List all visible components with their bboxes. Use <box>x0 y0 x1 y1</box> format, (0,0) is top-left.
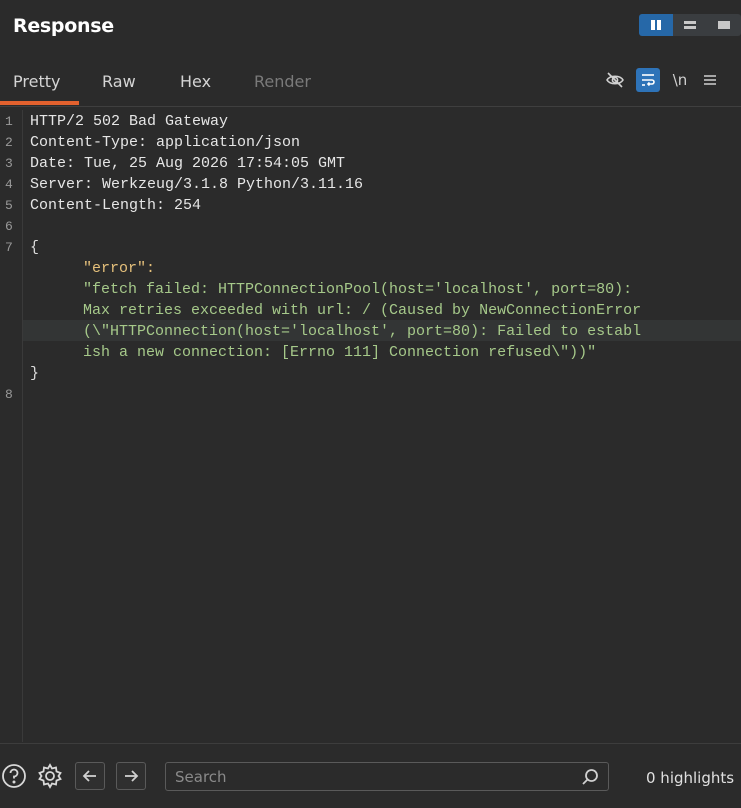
line-number: 6 <box>5 219 13 234</box>
json-open-brace: { <box>30 239 40 256</box>
line-number: 1 <box>5 114 13 129</box>
menu-button[interactable] <box>695 67 725 93</box>
line-number: 2 <box>5 135 13 150</box>
gear-icon <box>38 763 62 789</box>
json-value-line: (\"HTTPConnection(host='localhost', port… <box>83 323 642 340</box>
hide-nonprintable-button[interactable] <box>600 67 630 93</box>
tab-hex[interactable]: Hex <box>180 72 211 91</box>
header-line: Date: Tue, 25 Aug 2026 17:54:05 GMT <box>30 155 346 172</box>
eye-off-icon <box>606 72 624 88</box>
line-number: 8 <box>5 387 13 402</box>
line-number-gutter: 1 2 3 4 5 6 7 8 <box>0 110 23 742</box>
line-number: 3 <box>5 156 13 171</box>
line-number: 5 <box>5 198 13 213</box>
search-bar: 0 highlights <box>0 743 741 808</box>
header-line: Content-Type: application/json <box>30 134 301 151</box>
next-match-button[interactable] <box>116 762 146 790</box>
header-line: Content-Length: 254 <box>30 197 202 214</box>
tab-pretty[interactable]: Pretty <box>13 72 60 91</box>
arrow-right-icon <box>125 770 139 782</box>
panel-title: Response <box>13 15 114 37</box>
json-value-line: ish a new connection: [Errno 111] Connec… <box>83 344 597 361</box>
settings-button[interactable] <box>36 762 64 790</box>
status-line: HTTP/2 502 Bad Gateway <box>30 113 229 130</box>
response-editor[interactable]: 1 2 3 4 5 6 7 8 HTTP/2 502 Bad Gateway C… <box>0 110 741 742</box>
columns-icon <box>651 20 661 30</box>
highlights-count: 0 highlights <box>646 769 735 787</box>
line-number: 7 <box>5 240 13 255</box>
word-wrap-button[interactable] <box>636 68 660 92</box>
json-close-brace: } <box>30 365 40 382</box>
split-horizontal-button[interactable] <box>673 14 707 36</box>
json-value-line: Max retries exceeded with url: / (Caused… <box>83 302 642 319</box>
editor-tools: \n <box>600 67 725 93</box>
window-icon <box>718 21 730 29</box>
json-value-line: "fetch failed: HTTPConnectionPool(host='… <box>83 281 633 298</box>
json-key: "error": <box>83 260 156 277</box>
split-vertical-button[interactable] <box>639 14 673 36</box>
previous-match-button[interactable] <box>75 762 105 790</box>
arrow-left-icon <box>82 770 96 782</box>
wrap-icon <box>642 74 655 87</box>
help-icon <box>2 764 26 788</box>
single-view-button[interactable] <box>707 14 741 36</box>
layout-toggle <box>639 14 741 36</box>
view-tabs: Pretty Raw Hex Render \n <box>0 52 741 107</box>
line-number: 4 <box>5 177 13 192</box>
response-panel: Response Pretty Raw Hex Render \n 1 2 3 … <box>0 0 741 808</box>
active-tab-indicator <box>0 101 79 105</box>
panel-header: Response <box>0 0 741 52</box>
show-newlines-button[interactable]: \n <box>665 67 695 93</box>
header-line: Server: Werkzeug/3.1.8 Python/3.11.16 <box>30 176 364 193</box>
rows-icon <box>684 21 696 29</box>
search-input[interactable] <box>175 763 575 790</box>
help-button[interactable] <box>0 762 28 790</box>
tab-raw[interactable]: Raw <box>102 72 136 91</box>
hamburger-icon <box>704 75 716 85</box>
search-box <box>165 762 609 791</box>
search-icon[interactable] <box>580 767 600 787</box>
tab-render[interactable]: Render <box>254 72 311 91</box>
